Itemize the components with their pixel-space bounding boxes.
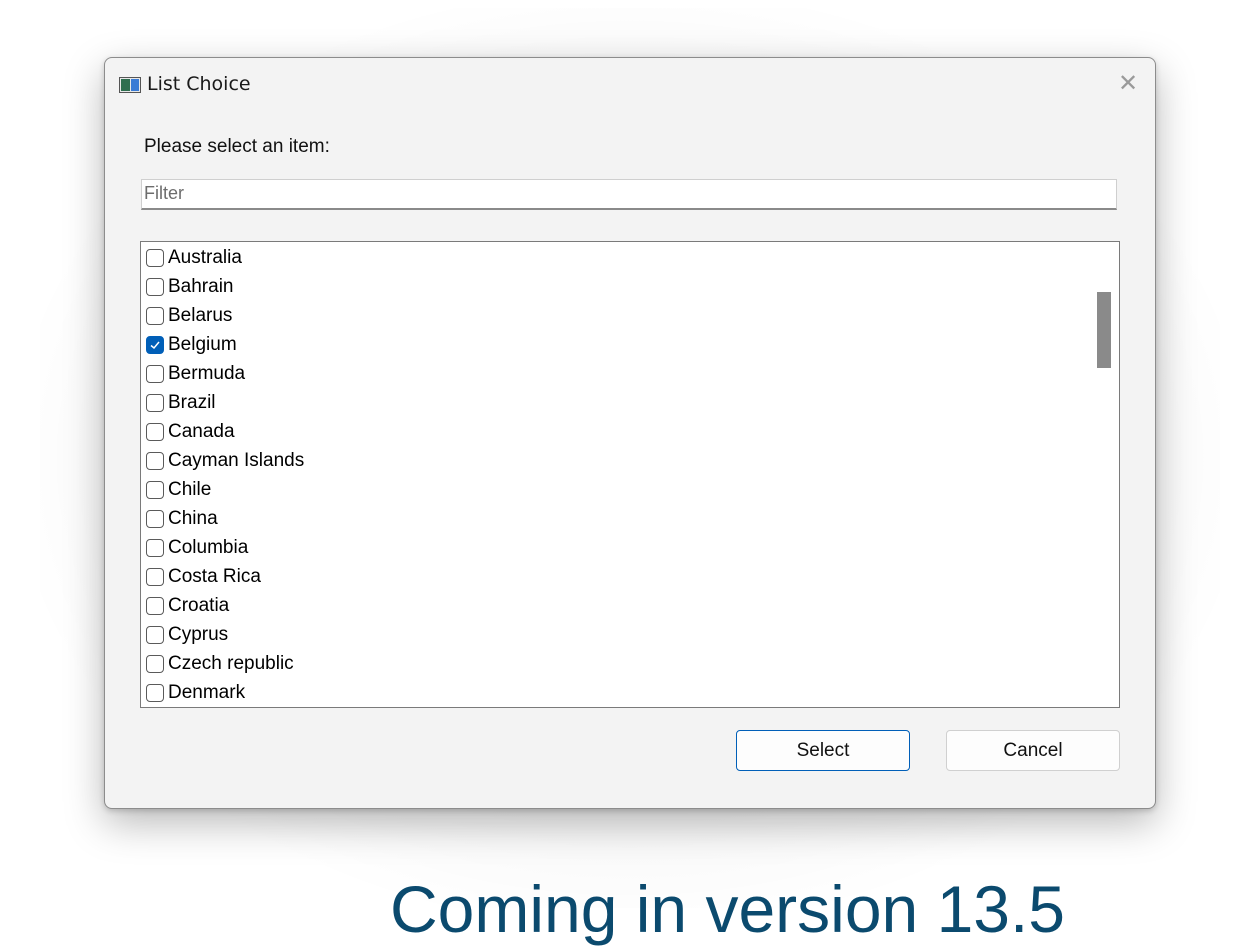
item-label: China <box>168 507 218 529</box>
checkmark-icon <box>150 341 160 349</box>
filter-input[interactable]: Filter <box>141 179 1117 210</box>
item-checkbox[interactable] <box>146 567 164 586</box>
list-item[interactable]: Belgium <box>141 330 1081 359</box>
list-choice-dialog: List Choice ✕ Please select an item: Fil… <box>104 57 1156 809</box>
list-item[interactable]: Denmark <box>141 678 1081 707</box>
list-item[interactable]: Canada <box>141 417 1081 446</box>
item-checkbox[interactable] <box>146 596 164 615</box>
list-item[interactable]: Costa Rica <box>141 562 1081 591</box>
item-checkbox[interactable] <box>146 277 164 296</box>
item-label: Costa Rica <box>168 565 261 587</box>
item-checkbox[interactable] <box>146 654 164 673</box>
item-checkbox[interactable] <box>146 306 164 325</box>
item-label: Czech republic <box>168 652 294 674</box>
item-label: Cyprus <box>168 623 229 645</box>
item-checkbox[interactable] <box>146 683 164 702</box>
list-item[interactable]: Belarus <box>141 301 1081 330</box>
item-checkbox[interactable] <box>146 451 164 470</box>
item-label: Bermuda <box>168 362 246 384</box>
prompt-label: Please select an item: <box>144 136 330 157</box>
item-checkbox[interactable] <box>146 364 164 383</box>
list-item[interactable]: Bermuda <box>141 359 1081 388</box>
list-item[interactable]: Columbia <box>141 533 1081 562</box>
filter-placeholder: Filter <box>144 183 184 203</box>
list-item[interactable]: Cayman Islands <box>141 446 1081 475</box>
item-label: Brazil <box>168 391 216 413</box>
close-button[interactable]: ✕ <box>1101 58 1155 108</box>
list-item[interactable]: China <box>141 504 1081 533</box>
list-item[interactable]: Bahrain <box>141 272 1081 301</box>
list-item[interactable]: Brazil <box>141 388 1081 417</box>
item-checkbox[interactable] <box>146 480 164 499</box>
item-checkbox[interactable] <box>146 538 164 557</box>
item-label: Belgium <box>168 333 237 355</box>
caption-text: Coming in version 13.5 <box>390 872 1066 946</box>
item-checkbox[interactable] <box>146 335 164 354</box>
item-checkbox[interactable] <box>146 509 164 528</box>
item-checkbox[interactable] <box>146 393 164 412</box>
item-checkbox[interactable] <box>146 248 164 267</box>
item-label: Denmark <box>168 681 246 703</box>
window-title: List Choice <box>147 73 251 95</box>
item-label: Canada <box>168 420 235 442</box>
item-label: Belarus <box>168 304 233 326</box>
list-item[interactable]: Czech republic <box>141 649 1081 678</box>
list-item[interactable]: Cyprus <box>141 620 1081 649</box>
app-window-icon <box>119 77 141 93</box>
title-bar[interactable]: List Choice ✕ <box>105 58 1155 110</box>
close-icon: ✕ <box>1117 69 1139 97</box>
cancel-button[interactable]: Cancel <box>946 730 1120 771</box>
country-list[interactable]: Australia Bahrain Belarus Belgium Bermuda Bra… <box>140 241 1120 708</box>
item-label: Cayman Islands <box>168 449 305 471</box>
item-checkbox[interactable] <box>146 422 164 441</box>
list-item[interactable]: Croatia <box>141 591 1081 620</box>
list-item[interactable]: Australia <box>141 243 1081 272</box>
vertical-scrollbar[interactable] <box>1090 242 1119 707</box>
item-label: Croatia <box>168 594 230 616</box>
item-label: Bahrain <box>168 275 234 297</box>
scrollbar-thumb[interactable] <box>1097 292 1111 368</box>
item-label: Columbia <box>168 536 249 558</box>
item-label: Chile <box>168 478 212 500</box>
item-label: Australia <box>168 246 242 268</box>
select-button[interactable]: Select <box>736 730 910 771</box>
list-item[interactable]: Chile <box>141 475 1081 504</box>
item-checkbox[interactable] <box>146 625 164 644</box>
